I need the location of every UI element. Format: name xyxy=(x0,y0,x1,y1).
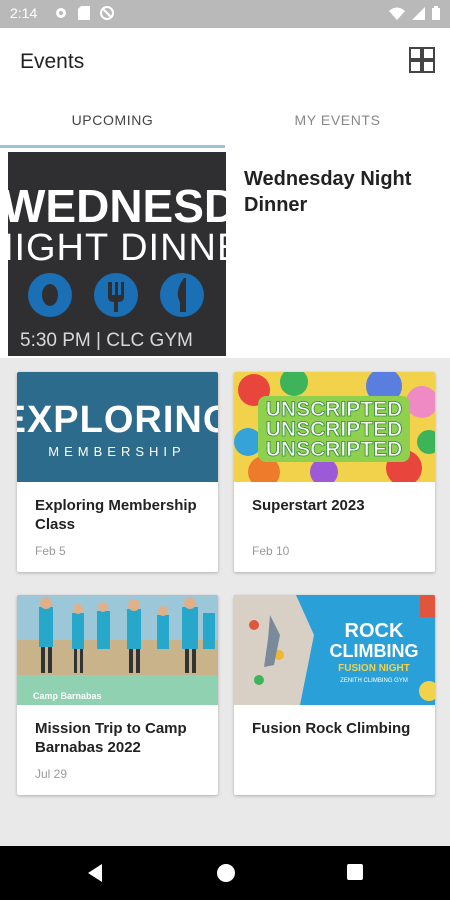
featured-event-image: WEDNESDAY NIGHT DINNER 5:30 PM | CLC GYM xyxy=(8,152,226,356)
event-card-mission-trip[interactable]: Camp Barnabas Mission Trip to Camp Barna… xyxy=(17,595,218,795)
event-title: Superstart 2023 xyxy=(252,497,365,514)
system-nav-bar xyxy=(0,846,450,900)
tab-bar: UPCOMING MY EVENTS xyxy=(0,96,450,148)
status-bar: 2:14 xyxy=(0,0,450,28)
event-card-exploring-membership[interactable]: EXPLORING MEMBERSHIP Exploring Membershi… xyxy=(17,372,218,572)
back-icon[interactable] xyxy=(86,863,104,883)
tab-upcoming[interactable]: UPCOMING xyxy=(0,96,225,148)
featured-event-title: Wednesday Night Dinner xyxy=(244,168,412,216)
event-image-line3: FUSION NIGHT xyxy=(338,663,410,674)
event-date: Jul 29 xyxy=(35,767,68,781)
event-card-fusion-rock-climbing[interactable]: ROCK CLIMBING FUSION NIGHT ZENITH CLIMBI… xyxy=(234,595,435,795)
event-image-line2: MEMBERSHIP xyxy=(48,444,185,459)
app-bar: Events xyxy=(0,28,450,96)
event-title: Mission Trip to Camp Barnabas 2022 xyxy=(35,720,187,756)
page-title: Events xyxy=(20,50,85,73)
home-icon[interactable] xyxy=(216,863,236,883)
grid-view-icon[interactable] xyxy=(408,46,436,74)
tab-my-events[interactable]: MY EVENTS xyxy=(225,96,450,148)
featured-image-line2: NIGHT DINNER xyxy=(8,227,226,269)
no-disturb-icon xyxy=(100,6,114,20)
event-image-line1: ROCK xyxy=(345,620,404,642)
event-image-logo: Camp Barnabas xyxy=(33,691,102,701)
status-time: 2:14 xyxy=(10,5,38,21)
event-image-line2: CLIMBING xyxy=(330,641,419,661)
event-image: Camp Barnabas xyxy=(17,595,218,705)
event-title: Fusion Rock Climbing xyxy=(252,720,411,737)
battery-icon xyxy=(432,6,440,20)
event-date: Feb 10 xyxy=(252,544,290,558)
event-image: UNSCRIPTED UNSCRIPTED UNSCRIPTED xyxy=(234,372,435,482)
event-image-line1: EXPLORING xyxy=(17,399,218,441)
featured-image-footer: 5:30 PM | CLC GYM xyxy=(20,330,193,351)
event-image-line1-repeat-2: UNSCRIPTED xyxy=(266,438,403,461)
cell-signal-icon xyxy=(412,6,425,20)
event-title: Exploring Membership Class xyxy=(35,497,197,533)
event-image: EXPLORING MEMBERSHIP xyxy=(17,372,218,482)
wifi-icon xyxy=(389,7,405,20)
settings-icon xyxy=(56,8,66,18)
event-date: Feb 5 xyxy=(35,544,66,558)
featured-image-line1: WEDNESDAY xyxy=(8,180,226,232)
event-image: ROCK CLIMBING FUSION NIGHT ZENITH CLIMBI… xyxy=(234,595,435,705)
recents-icon[interactable] xyxy=(346,863,364,881)
event-image-line4: ZENITH CLIMBING GYM xyxy=(340,678,408,684)
event-card-superstart[interactable]: UNSCRIPTED UNSCRIPTED UNSCRIPTED Superst… xyxy=(234,372,435,572)
sd-card-icon xyxy=(78,6,90,20)
featured-event[interactable]: WEDNESDAY NIGHT DINNER 5:30 PM | CLC GYM… xyxy=(0,148,450,358)
